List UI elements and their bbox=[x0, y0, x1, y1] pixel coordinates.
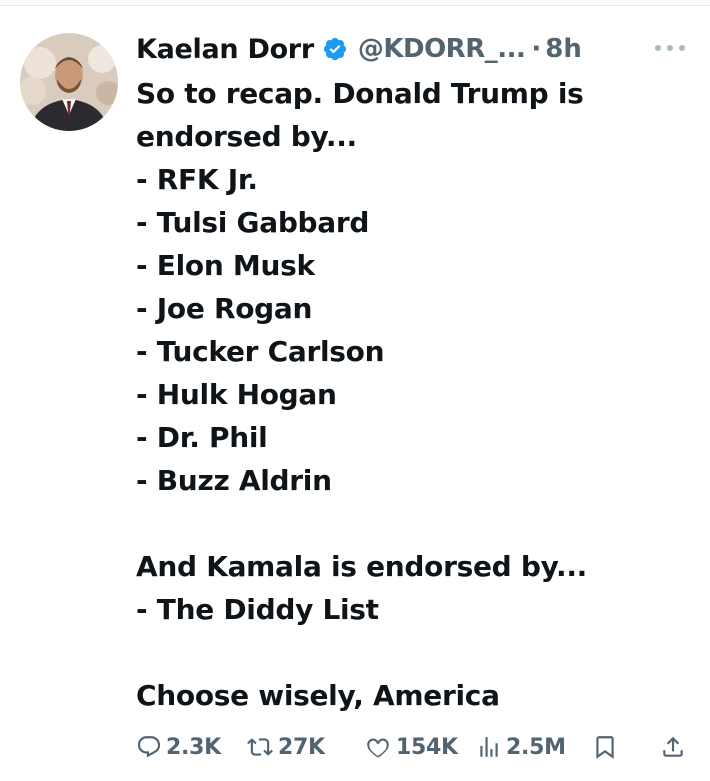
tweet-body: So to recap. Donald Trump is endorsed by… bbox=[136, 72, 696, 717]
repost-count: 27K bbox=[278, 734, 325, 760]
endorser-item: - RFK Jr. bbox=[136, 163, 258, 196]
author-display-name[interactable]: Kaelan Dorr bbox=[136, 34, 314, 65]
heart-icon bbox=[364, 734, 392, 760]
share-button[interactable] bbox=[660, 730, 686, 764]
endorser-item: - Buzz Aldrin bbox=[136, 464, 332, 497]
endorser-item: - Elon Musk bbox=[136, 249, 315, 282]
top-divider bbox=[0, 5, 710, 6]
like-count: 154K bbox=[396, 734, 458, 760]
views-chart-icon bbox=[476, 734, 502, 760]
intro-line: endorsed by... bbox=[136, 120, 357, 153]
endorser-item: - Joe Rogan bbox=[136, 292, 313, 325]
more-options-icon[interactable] bbox=[650, 36, 690, 60]
closing-line: Choose wisely, America bbox=[136, 679, 500, 712]
endorser-item: - Tulsi Gabbard bbox=[136, 206, 370, 239]
endorser-item: - Dr. Phil bbox=[136, 421, 268, 454]
tweet-actions: 2.3K 27K 154K 2.5M bbox=[136, 730, 696, 764]
tweet-header: Kaelan Dorr @KDORR_... · 8h bbox=[136, 29, 582, 69]
kamala-intro-line: And Kamala is endorsed by... bbox=[136, 550, 588, 583]
like-button[interactable]: 154K bbox=[364, 730, 458, 764]
avatar-photo bbox=[20, 33, 118, 131]
intro-line: So to recap. Donald Trump is bbox=[136, 77, 584, 110]
repost-icon bbox=[246, 734, 274, 760]
share-icon bbox=[660, 733, 686, 761]
verified-badge-icon bbox=[322, 36, 348, 62]
reply-icon bbox=[136, 734, 162, 760]
repost-button[interactable]: 27K bbox=[246, 730, 325, 764]
reply-count: 2.3K bbox=[166, 734, 221, 760]
bookmark-button[interactable] bbox=[592, 730, 618, 764]
separator-dot: · bbox=[531, 34, 542, 64]
endorser-item: - Tucker Carlson bbox=[136, 335, 385, 368]
tweet-timestamp[interactable]: 8h bbox=[545, 34, 582, 64]
kamala-endorser-item: - The Diddy List bbox=[136, 593, 379, 626]
reply-button[interactable]: 2.3K bbox=[136, 730, 221, 764]
bookmark-icon bbox=[592, 733, 618, 761]
author-handle[interactable]: @KDORR_... bbox=[358, 34, 526, 64]
views-count: 2.5M bbox=[506, 734, 566, 760]
avatar[interactable] bbox=[20, 33, 118, 131]
views-button[interactable]: 2.5M bbox=[476, 730, 566, 764]
endorser-item: - Hulk Hogan bbox=[136, 378, 337, 411]
